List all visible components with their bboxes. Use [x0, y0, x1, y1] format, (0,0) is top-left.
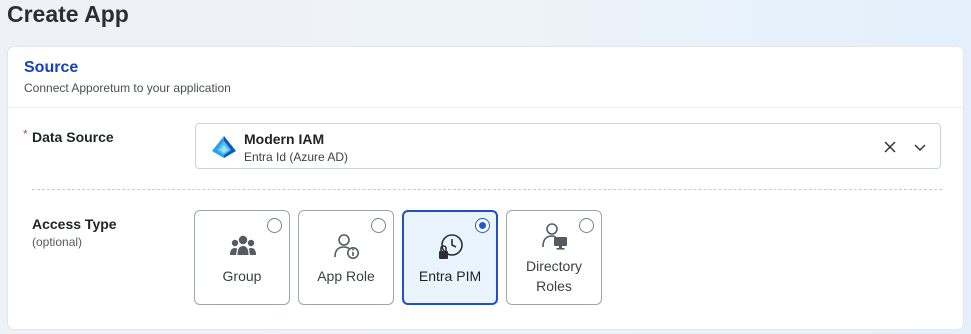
- radio-button[interactable]: [371, 218, 386, 233]
- option-label: Group: [222, 268, 262, 284]
- page-title: Create App: [7, 1, 129, 27]
- option-label-line-1: Directory: [525, 258, 582, 274]
- field-divider: [32, 189, 942, 190]
- data-source-label: Data Source: [32, 129, 114, 145]
- user-monitor-icon: [542, 223, 567, 250]
- option-label: Entra PIM: [418, 268, 482, 284]
- radio-button-checked[interactable]: [475, 218, 490, 233]
- selected-source-type: Entra Id (Azure AD): [244, 150, 349, 164]
- access-type-hint: (optional): [32, 235, 83, 249]
- option-label-line-2: Roles: [536, 278, 572, 294]
- selected-source-name: Modern IAM: [244, 131, 325, 147]
- close-icon[interactable]: [882, 139, 898, 155]
- source-card: Source Connect Apporetum to your applica…: [7, 46, 964, 330]
- required-asterisk: *: [23, 127, 28, 141]
- radio-button[interactable]: [267, 218, 282, 233]
- azure-entra-logo-icon: [212, 136, 236, 158]
- access-type-option-group[interactable]: Group: [194, 210, 290, 305]
- option-label: App Role: [317, 268, 375, 284]
- section-subtitle: Connect Apporetum to your application: [24, 81, 231, 95]
- access-type-option-directory-roles[interactable]: Directory Roles: [506, 210, 602, 305]
- radio-button[interactable]: [579, 218, 594, 233]
- access-type-option-app-role[interactable]: App Role: [298, 210, 394, 305]
- users-group-icon: [230, 235, 256, 255]
- chevron-down-icon[interactable]: [912, 139, 928, 155]
- radio-dot: [479, 222, 486, 229]
- card-header: Source Connect Apporetum to your applica…: [8, 47, 963, 108]
- lock-clock-icon: [439, 234, 463, 259]
- access-type-label: Access Type: [32, 216, 117, 232]
- section-title: Source: [24, 59, 79, 76]
- user-info-icon: [334, 234, 359, 259]
- access-type-option-entra-pim[interactable]: Entra PIM: [402, 210, 498, 305]
- data-source-select[interactable]: Modern IAM Entra Id (Azure AD): [195, 123, 941, 169]
